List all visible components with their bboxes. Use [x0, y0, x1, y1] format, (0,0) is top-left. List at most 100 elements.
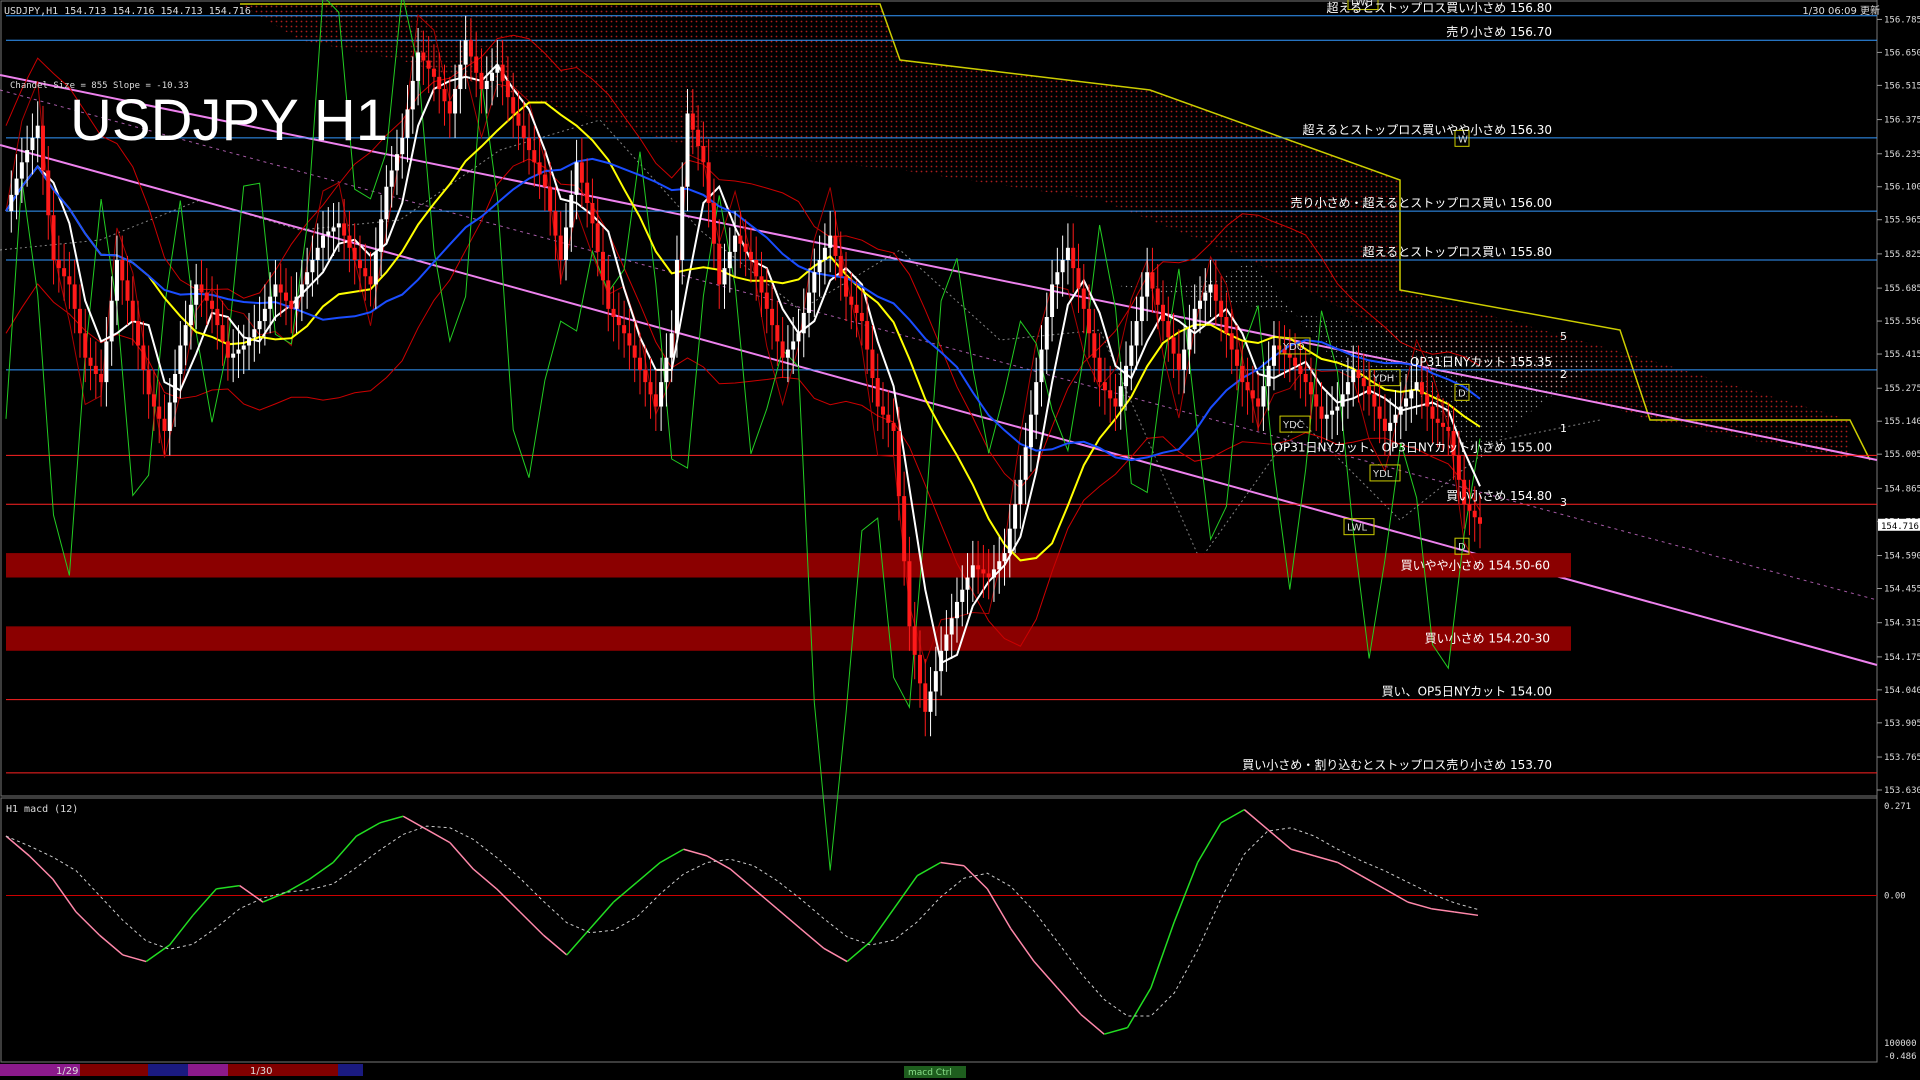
price-tick-label: 155.140: [1884, 417, 1920, 427]
candle-bear: [1303, 373, 1308, 383]
candle-bear: [479, 72, 484, 90]
price-tick-label: 154.865: [1884, 484, 1920, 494]
candle-bear: [711, 203, 716, 244]
candle-bull: [1007, 528, 1012, 554]
price-tick-label: 155.550: [1884, 317, 1920, 327]
candle-bear: [1435, 418, 1440, 423]
candle-bear: [1456, 455, 1461, 480]
candle-bear: [146, 369, 151, 395]
candle-bear: [225, 341, 230, 358]
candle-bear: [1081, 288, 1086, 309]
candle-bull: [109, 300, 114, 342]
level-label: 超えるとストップロス買い 155.80: [1363, 244, 1552, 259]
candle-bear: [141, 345, 146, 370]
candle-bull: [1187, 329, 1192, 350]
price-tick-label: 156.650: [1884, 48, 1920, 58]
candle-bull: [315, 247, 320, 261]
candle-bull: [326, 231, 331, 236]
candle-bear: [1441, 422, 1446, 427]
candle-bear: [1219, 300, 1224, 317]
macd-segment: [1103, 1026, 1128, 1035]
candle-bear: [516, 113, 521, 126]
candle-bull: [807, 292, 812, 313]
candle-bear: [1308, 382, 1313, 395]
candle-bull: [310, 260, 315, 273]
macd-segment: [356, 822, 381, 837]
level-label: 買い、OP5日NYカット 154.00: [1382, 685, 1552, 699]
candle-bull: [1340, 394, 1345, 407]
level-label: 買い小さめ 154.80: [1446, 489, 1552, 503]
candle-bull: [104, 341, 109, 383]
candle-bear: [284, 292, 289, 301]
macd-segment: [192, 888, 217, 916]
macd-segment: [332, 835, 358, 863]
candle-bear: [1087, 308, 1092, 334]
macd-segment: [1080, 1013, 1105, 1035]
candle-bear: [838, 255, 843, 277]
candle-bull: [394, 154, 399, 171]
price-tick-label: 155.415: [1884, 350, 1920, 360]
candle-bear: [701, 146, 706, 163]
macd-segment: [1010, 928, 1035, 962]
macd-segment: [566, 928, 591, 956]
candle-bear: [590, 203, 595, 224]
candle-bear: [896, 430, 901, 497]
level-label: 買い小さめ・割り込むとストップロス売り小さめ 153.70: [1242, 757, 1552, 772]
candle-bull: [410, 80, 415, 110]
candle-bear: [88, 357, 93, 366]
candle-bear: [1419, 382, 1424, 395]
candle-bear: [1108, 390, 1113, 399]
candle-bull: [1044, 316, 1049, 350]
candle-bull: [669, 333, 674, 358]
candle-bull: [1351, 369, 1356, 383]
candle-bull: [1271, 345, 1276, 366]
candle-bear: [421, 52, 426, 61]
candle-bear: [357, 260, 362, 269]
candle-bear: [505, 80, 510, 98]
candle-bear: [1155, 288, 1160, 305]
level-label: 超えるとストップロス買いやや小さめ 156.30: [1303, 122, 1552, 137]
candle-bull: [1034, 382, 1039, 415]
candle-bear: [548, 186, 553, 212]
candle-bull: [247, 337, 252, 346]
candle-bear: [442, 89, 447, 102]
candle-bear: [1229, 333, 1234, 350]
candle-bear: [83, 333, 88, 358]
candle-bull: [1182, 349, 1187, 370]
candle-bull: [944, 634, 949, 651]
candle-bear: [622, 325, 627, 334]
candle-bear: [62, 268, 67, 277]
candle-bear: [474, 56, 479, 73]
candle-bear: [368, 276, 373, 285]
candle-bull: [379, 219, 384, 252]
price-tick-label: 155.275: [1884, 384, 1920, 394]
macd-segment: [402, 815, 427, 831]
candle-bear: [1298, 365, 1303, 374]
candle-bull: [183, 325, 188, 346]
candle-bull: [416, 52, 421, 81]
macd-ctrl-label: macd Ctrl: [908, 1068, 952, 1078]
candle-bull: [949, 618, 954, 635]
macd-segment: [1290, 848, 1315, 857]
candle-bear: [426, 60, 431, 69]
macd-segment: [636, 861, 661, 883]
candle-bear: [643, 369, 648, 383]
candle-bear: [1314, 394, 1319, 407]
macd-segment: [1337, 861, 1362, 877]
candle-bull: [484, 80, 489, 90]
candle-bull: [458, 64, 463, 90]
candle-bear: [1467, 504, 1472, 511]
price-tick-label: 154.455: [1884, 585, 1920, 595]
candle-bull: [336, 223, 341, 228]
candle-bear: [653, 394, 658, 407]
price-tick-label: 156.235: [1884, 150, 1920, 160]
channel-lower-line: [0, 144, 1878, 666]
candle-bull: [1266, 365, 1271, 387]
candle-bear: [511, 97, 516, 114]
candle-bull: [1055, 272, 1060, 285]
candle-bull: [796, 333, 801, 342]
candle-bear: [696, 129, 701, 147]
candle-bear: [902, 496, 907, 562]
candle-bear: [748, 251, 753, 261]
macd-segment: [216, 884, 240, 890]
